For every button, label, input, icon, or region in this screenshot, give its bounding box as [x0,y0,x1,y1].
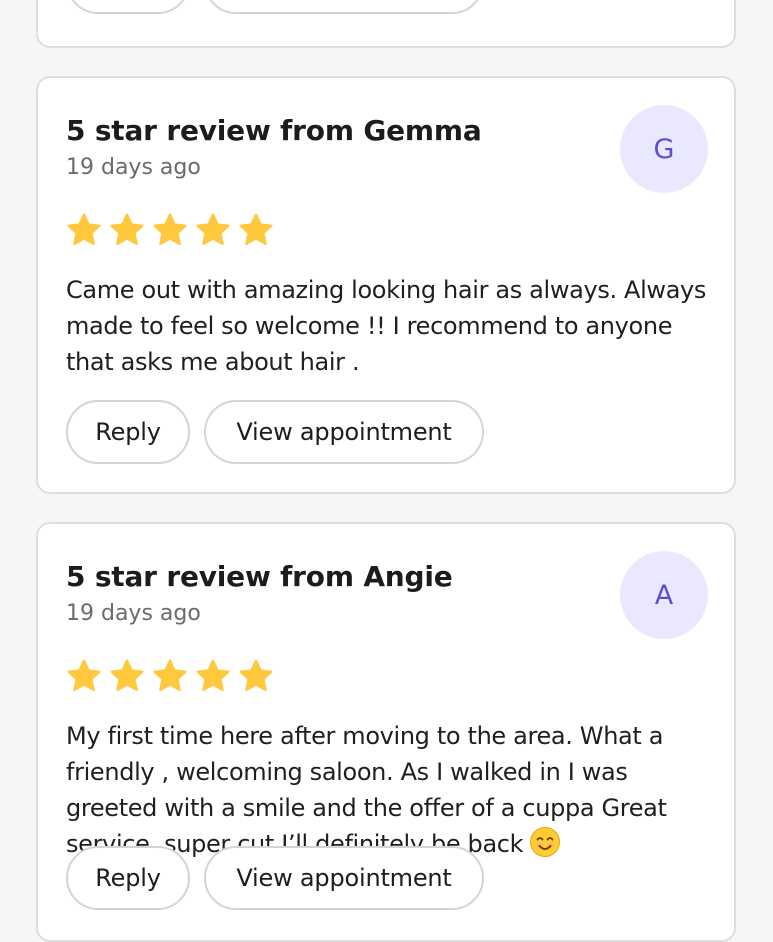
view-appointment-button[interactable]: View appointment [204,846,484,910]
star-rating [66,212,274,248]
star-rating [66,658,274,694]
review-time: 19 days ago [66,155,201,180]
review-card: 5 star review from Angie 19 days ago A M… [36,522,736,942]
review-card-previous: Reply View appointment [36,0,736,48]
view-appointment-button[interactable]: View appointment [204,0,484,14]
avatar: G [620,105,708,193]
review-actions: Reply View appointment [66,400,484,464]
star-icon [239,659,273,691]
star-icon [196,659,230,691]
avatar-initial: A [654,579,674,611]
review-actions: Reply View appointment [66,846,484,910]
star-icon [196,213,230,245]
star-icon [67,213,101,245]
star-icon [153,213,187,245]
star-icon [239,213,273,245]
review-text: My first time here after moving to the a… [66,718,710,862]
review-title: 5 star review from Gemma [66,114,482,147]
smiling-face-icon [530,827,561,857]
review-text: Came out with amazing looking hair as al… [66,272,710,380]
star-icon [110,659,144,691]
review-text-content: Came out with amazing looking hair as al… [66,276,707,376]
reply-button[interactable]: Reply [66,400,190,464]
star-icon [153,659,187,691]
view-appointment-button[interactable]: View appointment [204,400,484,464]
star-icon [67,659,101,691]
review-text-content: My first time here after moving to the a… [66,722,667,858]
reply-button[interactable]: Reply [66,0,190,14]
review-card: 5 star review from Gemma 19 days ago G C… [36,76,736,494]
reply-button[interactable]: Reply [66,846,190,910]
review-actions: Reply View appointment [66,0,484,14]
review-time: 19 days ago [66,601,201,626]
avatar-initial: G [653,133,675,165]
avatar: A [620,551,708,639]
review-title: 5 star review from Angie [66,560,453,593]
star-icon [110,213,144,245]
